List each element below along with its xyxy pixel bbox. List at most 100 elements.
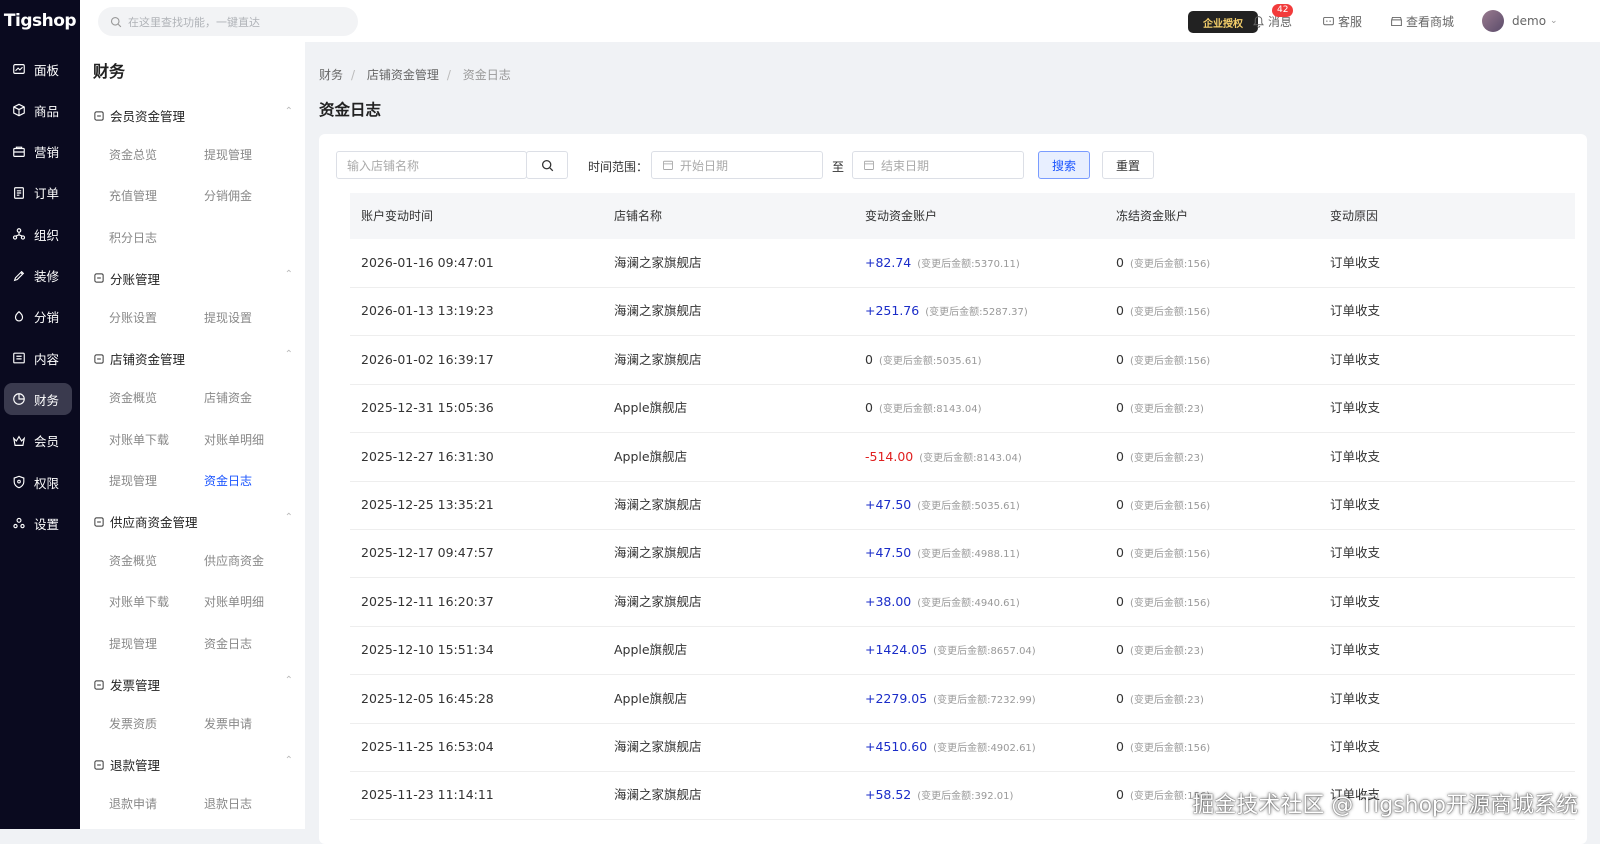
nav-item-label: 商品 bbox=[34, 101, 59, 120]
breadcrumb-item[interactable]: 店铺资金管理 bbox=[367, 68, 439, 82]
table-header: 账户变动时间 店铺名称 变动资金账户 冻结资金账户 变动原因 bbox=[350, 193, 1575, 239]
sidebar-item[interactable]: 充值管理 bbox=[109, 187, 157, 204]
sidebar-item[interactable]: 发票申请 bbox=[204, 715, 252, 732]
sidebar-item[interactable]: 对账单明细 bbox=[204, 593, 264, 610]
frozen-after-note: (变更后金额:156) bbox=[1130, 307, 1210, 318]
global-search-input[interactable]: 在这里查找功能，一键直达 bbox=[98, 7, 358, 36]
shop-cell: 海澜之家旗舰店 bbox=[614, 287, 702, 335]
sidebar-item[interactable]: 发票资质 bbox=[109, 715, 157, 732]
sidebar-item[interactable]: 提现管理 bbox=[204, 146, 252, 163]
amount-value: 0 bbox=[865, 352, 873, 367]
reason-cell: 订单收支 bbox=[1330, 675, 1380, 723]
user-menu[interactable]: demo ⌄ bbox=[1482, 0, 1558, 42]
table-row: 2026-01-13 13:19:23海澜之家旗舰店+251.76(变更后金额:… bbox=[350, 287, 1575, 336]
shop-search-button[interactable] bbox=[526, 151, 568, 179]
amount-cell: +58.52(变更后金额:392.01) bbox=[865, 771, 1013, 821]
nav-item-10[interactable]: 权限 bbox=[4, 466, 72, 498]
avatar bbox=[1482, 10, 1504, 32]
nav-item-3[interactable]: 订单 bbox=[4, 177, 72, 209]
table-row: 2025-12-11 16:20:37海澜之家旗舰店+38.00(变更后金额:4… bbox=[350, 578, 1575, 627]
time-cell: 2025-12-11 16:20:37 bbox=[361, 578, 494, 626]
sidebar-item[interactable]: 对账单下载 bbox=[109, 431, 169, 448]
customer-service-button[interactable]: 客服 bbox=[1322, 0, 1362, 42]
frozen-cell: 0(变更后金额:23) bbox=[1116, 626, 1204, 676]
nav-item-11[interactable]: 设置 bbox=[4, 507, 72, 539]
message-count-badge: 42 bbox=[1272, 4, 1293, 17]
nav-item-2[interactable]: 营销 bbox=[4, 136, 72, 168]
sidebar-item[interactable]: 提现设置 bbox=[204, 309, 252, 326]
group-icon bbox=[93, 759, 105, 771]
sidebar-item[interactable]: 资金日志 bbox=[204, 635, 252, 652]
sidebar-item[interactable]: 分账设置 bbox=[109, 309, 157, 326]
nav-item-4[interactable]: 组织 bbox=[4, 218, 72, 250]
nav-item-5[interactable]: 装修 bbox=[4, 260, 72, 292]
sidebar-item[interactable]: 供应商资金 bbox=[204, 552, 264, 569]
time-cell: 2025-12-10 15:51:34 bbox=[361, 626, 494, 674]
reason-cell: 订单收支 bbox=[1330, 578, 1380, 626]
nav-item-label: 营销 bbox=[34, 142, 59, 161]
amount-value: +2279.05 bbox=[865, 691, 927, 706]
sidebar-group-1[interactable]: 分账管理⌃ bbox=[93, 269, 293, 288]
view-shop-button[interactable]: 查看商城 bbox=[1390, 0, 1454, 42]
sidebar-group-0[interactable]: 会员资金管理⌃ bbox=[93, 106, 293, 125]
nav-item-1[interactable]: 商品 bbox=[4, 94, 72, 126]
amount-after-note: (变更后金额:4940.61) bbox=[917, 598, 1020, 609]
time-cell: 2026-01-02 16:39:17 bbox=[361, 336, 494, 384]
sidebar-item[interactable]: 提现管理 bbox=[109, 635, 157, 652]
frozen-cell: 0(变更后金额:23) bbox=[1116, 433, 1204, 483]
sidebar-group-label: 分账管理 bbox=[110, 269, 160, 288]
sidebar-item[interactable]: 对账单明细 bbox=[204, 431, 264, 448]
sidebar-group-4[interactable]: 发票管理⌃ bbox=[93, 675, 293, 694]
table-row: 2025-12-05 16:45:28Apple旗舰店+2279.05(变更后金… bbox=[350, 675, 1575, 724]
amount-value: +1424.05 bbox=[865, 642, 927, 657]
app-logo[interactable]: Tigshop bbox=[0, 0, 80, 42]
breadcrumb-item[interactable]: 财务 bbox=[319, 68, 343, 82]
enterprise-license-badge[interactable]: 企业授权 bbox=[1188, 11, 1258, 33]
sidebar-item[interactable]: 分销佣金 bbox=[204, 187, 252, 204]
cube-icon bbox=[12, 103, 26, 117]
sidebar-group-label: 供应商资金管理 bbox=[110, 512, 198, 531]
nav-item-7[interactable]: 内容 bbox=[4, 342, 72, 374]
frozen-value: 0 bbox=[1116, 352, 1124, 367]
search-button[interactable]: 搜索 bbox=[1038, 151, 1090, 179]
chevron-up-icon: ⌃ bbox=[285, 755, 293, 766]
store-icon bbox=[1390, 15, 1403, 28]
end-date-placeholder: 结束日期 bbox=[881, 157, 929, 174]
sidebar-item[interactable]: 资金概览 bbox=[109, 389, 157, 406]
finance-icon bbox=[12, 392, 26, 406]
table-row: 2025-11-25 16:53:04海澜之家旗舰店+4510.60(变更后金额… bbox=[350, 723, 1575, 772]
sidebar-item[interactable]: 退款日志 bbox=[204, 795, 252, 812]
shop-name-placeholder: 输入店铺名称 bbox=[347, 157, 419, 174]
sidebar-group-5[interactable]: 退款管理⌃ bbox=[93, 755, 293, 774]
nav-item-0[interactable]: 面板 bbox=[4, 53, 72, 85]
sidebar-item[interactable]: 积分日志 bbox=[109, 229, 157, 246]
frozen-after-note: (变更后金额:156) bbox=[1130, 598, 1210, 609]
amount-cell: +82.74(变更后金额:5370.11) bbox=[865, 239, 1020, 289]
frozen-cell: 0(变更后金额:23) bbox=[1116, 384, 1204, 434]
shop-name-input[interactable]: 输入店铺名称 bbox=[336, 151, 527, 179]
bell-icon bbox=[1252, 15, 1265, 28]
reset-button[interactable]: 重置 bbox=[1102, 151, 1154, 179]
shop-cell: 海澜之家旗舰店 bbox=[614, 481, 702, 529]
sidebar-group-3[interactable]: 供应商资金管理⌃ bbox=[93, 512, 293, 531]
nav-item-8[interactable]: 财务 bbox=[4, 383, 72, 415]
sidebar-item[interactable]: 提现管理 bbox=[109, 472, 157, 489]
sidebar-item[interactable]: 资金概览 bbox=[109, 552, 157, 569]
sidebar-item[interactable]: 资金日志 bbox=[204, 472, 252, 489]
frozen-after-note: (变更后金额:156) bbox=[1130, 259, 1210, 270]
sidebar-group-2[interactable]: 店铺资金管理⌃ bbox=[93, 349, 293, 368]
amount-cell: +2279.05(变更后金额:7232.99) bbox=[865, 675, 1036, 725]
sidebar-item[interactable]: 退款申请 bbox=[109, 795, 157, 812]
range-separator: 至 bbox=[832, 158, 844, 175]
sidebar-item[interactable]: 店铺资金 bbox=[204, 389, 252, 406]
end-date-input[interactable]: 结束日期 bbox=[852, 151, 1024, 179]
main-nav: Tigshop 面板商品营销订单组织装修分销内容财务会员权限设置 bbox=[0, 0, 80, 829]
nav-item-label: 设置 bbox=[34, 514, 59, 533]
start-date-input[interactable]: 开始日期 bbox=[651, 151, 823, 179]
sidebar-item[interactable]: 对账单下载 bbox=[109, 593, 169, 610]
sidebar-item[interactable]: 资金总览 bbox=[109, 146, 157, 163]
nav-item-9[interactable]: 会员 bbox=[4, 425, 72, 457]
sidebar-group-label: 发票管理 bbox=[110, 675, 160, 694]
chat-icon bbox=[1322, 15, 1335, 28]
nav-item-6[interactable]: 分销 bbox=[4, 301, 72, 333]
